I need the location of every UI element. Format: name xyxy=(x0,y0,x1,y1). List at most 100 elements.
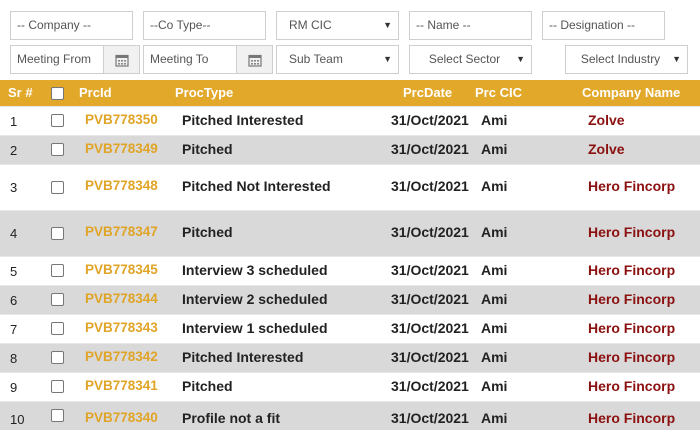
row-company: Hero Fincorp xyxy=(588,410,676,426)
row-prccic: Ami xyxy=(481,141,508,157)
row-checkbox[interactable] xyxy=(51,180,64,194)
select-all-checkbox[interactable] xyxy=(51,87,64,100)
header-procid[interactable]: PrcId xyxy=(79,80,112,106)
row-prccic: Ami xyxy=(481,410,508,426)
row-proctype: Pitched xyxy=(182,141,233,157)
header-prccic[interactable]: Prc CIC xyxy=(475,80,522,106)
row-company: Hero Fincorp xyxy=(588,349,676,365)
table-row[interactable]: 5 PVB778345 Interview 3 scheduled 31/Oct/20… xyxy=(0,256,700,285)
row-checkbox[interactable] xyxy=(51,380,64,393)
row-procid-link[interactable]: PVB778340 xyxy=(85,410,158,425)
meeting-from-placeholder: Meeting From xyxy=(17,52,92,66)
sub-team-select-label: Sub Team xyxy=(289,52,343,66)
table-row[interactable]: 9 PVB778341 Pitched 31/Oct/2021 Ami Hero Finc… xyxy=(0,372,700,401)
calendar-icon[interactable] xyxy=(237,45,273,74)
sector-select[interactable]: Select Sector ▼ xyxy=(409,45,532,74)
row-company: Hero Fincorp xyxy=(588,178,676,194)
row-company: Hero Fincorp xyxy=(588,262,676,278)
calendar-icon[interactable] xyxy=(104,45,140,74)
company-select[interactable]: -- Company -- xyxy=(10,11,133,40)
row-sr: 10 xyxy=(10,412,25,427)
row-procdate: 31/Oct/2021 xyxy=(391,320,469,336)
header-company[interactable]: Company Name xyxy=(582,80,680,106)
table-row[interactable]: 6 PVB778344 Interview 2 scheduled 31/Oct/20… xyxy=(0,285,700,314)
row-proctype: Interview 2 scheduled xyxy=(182,291,328,307)
meeting-to-input[interactable]: Meeting To xyxy=(143,45,237,74)
table-row[interactable]: 1 PVB778350 Pitched Interested 31/Oct/2021 A… xyxy=(0,106,700,135)
row-procid-link[interactable]: PVB778345 xyxy=(85,262,158,277)
table-row[interactable]: 8 PVB778342 Pitched Interested 31/Oct/2021 A… xyxy=(0,343,700,372)
table-header: Sr # PrcId ProcType PrcDate Prc CIC Comp… xyxy=(0,80,700,106)
row-checkbox[interactable] xyxy=(51,226,64,240)
row-sr: 7 xyxy=(10,322,18,337)
row-sr: 3 xyxy=(10,180,18,195)
header-proctype[interactable]: ProcType xyxy=(175,80,233,106)
process-table: Sr # PrcId ProcType PrcDate Prc CIC Comp… xyxy=(0,80,700,430)
row-sr: 1 xyxy=(10,114,18,129)
row-procid-link[interactable]: PVB778342 xyxy=(85,349,158,364)
rm-cic-select[interactable]: RM CIC ▼ xyxy=(276,11,399,40)
name-select[interactable]: -- Name -- xyxy=(409,11,532,40)
row-procdate: 31/Oct/2021 xyxy=(391,112,469,128)
meeting-from-input[interactable]: Meeting From xyxy=(10,45,104,74)
table-row[interactable]: 4 PVB778347 Pitched 31/Oct/2021 Ami Hero Finc… xyxy=(0,210,700,256)
row-checkbox[interactable] xyxy=(51,409,64,422)
row-proctype: Pitched xyxy=(182,224,233,240)
co-type-select[interactable]: --Co Type-- xyxy=(143,11,266,40)
row-procid-link[interactable]: PVB778348 xyxy=(85,178,158,193)
table-row[interactable]: 3 PVB778348 Pitched Not Interested 31/Oct/2… xyxy=(0,164,700,210)
row-company: Hero Fincorp xyxy=(588,291,676,307)
table-row[interactable]: 7 PVB778343 Interview 1 scheduled 31/Oct/20… xyxy=(0,314,700,343)
row-checkbox[interactable] xyxy=(51,264,64,277)
row-procdate: 31/Oct/2021 xyxy=(391,291,469,307)
row-proctype: Pitched xyxy=(182,378,233,394)
row-proctype: Pitched Not Interested xyxy=(182,178,331,194)
row-sr: 4 xyxy=(10,226,18,241)
row-checkbox[interactable] xyxy=(51,293,64,306)
designation-select[interactable]: -- Designation -- xyxy=(542,11,665,40)
row-procdate: 31/Oct/2021 xyxy=(391,178,469,194)
industry-select-label: Select Industry xyxy=(580,52,661,66)
header-procdate[interactable]: PrcDate xyxy=(403,80,452,106)
header-sr: Sr # xyxy=(8,85,33,100)
caret-down-icon: ▼ xyxy=(383,54,392,64)
row-procdate: 31/Oct/2021 xyxy=(391,262,469,278)
row-checkbox[interactable] xyxy=(51,322,64,335)
row-checkbox[interactable] xyxy=(51,351,64,364)
row-procid-link[interactable]: PVB778349 xyxy=(85,141,158,156)
row-sr: 8 xyxy=(10,351,18,366)
row-proctype: Profile not a fit xyxy=(182,410,280,426)
table-row[interactable]: 10 PVB778340 Profile not a fit 31/Oct/2021 A… xyxy=(0,401,700,430)
row-checkbox[interactable] xyxy=(51,143,64,156)
row-sr: 9 xyxy=(10,380,18,395)
row-procid-link[interactable]: PVB778344 xyxy=(85,291,158,306)
row-prccic: Ami xyxy=(481,291,508,307)
meeting-to-placeholder: Meeting To xyxy=(150,52,209,66)
row-procdate: 31/Oct/2021 xyxy=(391,378,469,394)
row-sr: 6 xyxy=(10,293,18,308)
name-select-label: -- Name -- xyxy=(416,18,471,32)
row-proctype: Pitched Interested xyxy=(182,112,304,128)
row-sr: 2 xyxy=(10,143,18,158)
row-company: Hero Fincorp xyxy=(588,378,676,394)
row-proctype: Interview 1 scheduled xyxy=(182,320,328,336)
industry-select[interactable]: Select Industry ▼ xyxy=(565,45,688,74)
row-procid-link[interactable]: PVB778347 xyxy=(85,224,158,239)
row-sr: 5 xyxy=(10,264,18,279)
row-proctype: Interview 3 scheduled xyxy=(182,262,328,278)
caret-down-icon: ▼ xyxy=(516,54,525,64)
row-company: Hero Fincorp xyxy=(588,320,676,336)
row-procid-link[interactable]: PVB778350 xyxy=(85,112,158,127)
row-company: Zolve xyxy=(588,141,625,157)
rm-cic-select-label: RM CIC xyxy=(289,18,332,32)
row-procdate: 31/Oct/2021 xyxy=(391,410,469,426)
row-checkbox[interactable] xyxy=(51,114,64,127)
sector-select-label: Select Sector xyxy=(428,52,501,66)
row-prccic: Ami xyxy=(481,224,508,240)
row-procdate: 31/Oct/2021 xyxy=(391,349,469,365)
caret-down-icon: ▼ xyxy=(672,54,681,64)
row-procid-link[interactable]: PVB778343 xyxy=(85,320,158,335)
sub-team-select[interactable]: Sub Team ▼ xyxy=(276,45,399,74)
row-procid-link[interactable]: PVB778341 xyxy=(85,378,158,393)
table-row[interactable]: 2 PVB778349 Pitched 31/Oct/2021 Ami Zolve xyxy=(0,135,700,164)
